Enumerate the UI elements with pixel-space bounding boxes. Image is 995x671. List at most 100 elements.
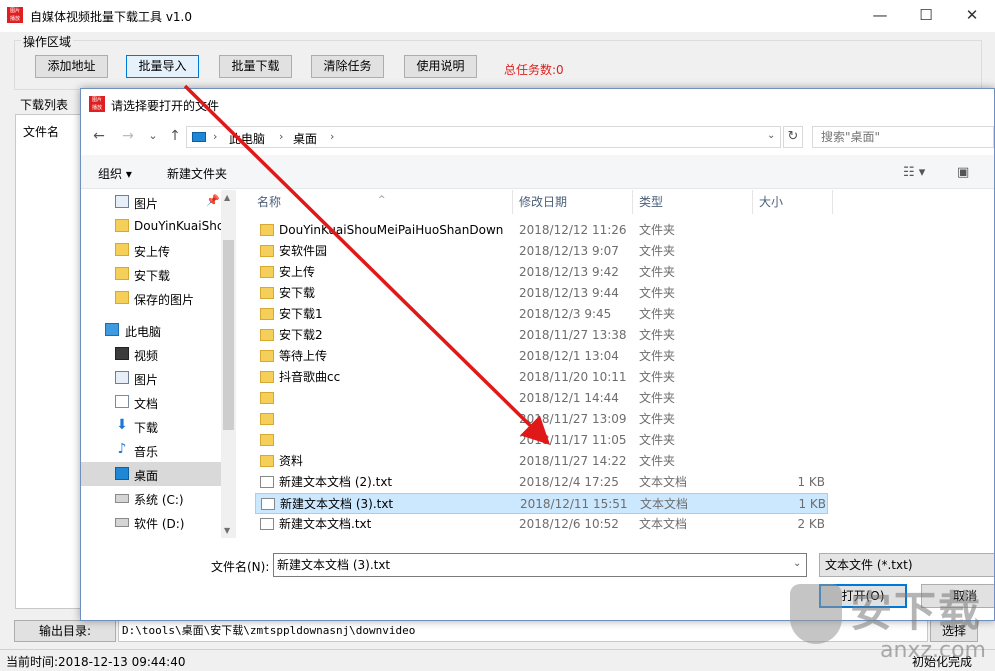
nav-scrollbar-thumb[interactable] (223, 240, 234, 430)
close-button[interactable]: ✕ (949, 0, 995, 32)
folder-icon (260, 329, 274, 341)
operation-group-legend: 操作区域 (21, 33, 74, 50)
scroll-down-icon[interactable]: ▼ (224, 526, 230, 535)
nav-item-label: 视频 (134, 349, 159, 363)
address-dropdown-icon[interactable]: ⌄ (767, 130, 775, 141)
file-list: ^ 名称 修改日期 类型 大小 DouYinKuaiShouMeiPaiHuoS… (251, 190, 994, 538)
maximize-button[interactable]: ☐ (903, 0, 949, 32)
dialog-app-icon: 图片 播放 (89, 96, 105, 112)
view-options-icon[interactable]: ☷ ▾ (903, 165, 925, 180)
file-name: 抖音歌曲cc (279, 370, 341, 384)
file-row[interactable]: 安下载 2018/12/13 9:44 文件夹 (255, 283, 828, 304)
organize-menu[interactable]: 组织 ▾ (98, 165, 132, 182)
download-list[interactable]: 文件名 (15, 114, 83, 609)
file-row[interactable]: 安下载2 2018/11/27 13:38 文件夹 (255, 325, 828, 346)
nav-item-saved-pictures[interactable]: 保存的图片 (81, 286, 221, 310)
forward-arrow-icon[interactable]: → (118, 127, 138, 147)
column-header-size[interactable]: 大小 (753, 190, 833, 214)
file-row[interactable]: 2018/11/27 13:09 文件夹 (255, 409, 828, 430)
file-row[interactable]: 2018/11/17 11:05 文件夹 (255, 430, 828, 451)
back-arrow-icon[interactable]: ← (89, 127, 109, 147)
address-bar[interactable]: › 此电脑 › 桌面 › ⌄ (186, 126, 781, 148)
output-dir-field[interactable]: D:\tools\桌面\安下载\zmtsppldownasnj\downvide… (118, 620, 928, 642)
status-bar: 当前时间:2018-12-13 09:44:40 初始化完成 (0, 649, 995, 671)
filename-input[interactable]: 新建文本文档 (3).txt (273, 553, 807, 577)
refresh-icon[interactable]: ↻ (783, 126, 803, 148)
file-row[interactable]: 安上传 2018/12/13 9:42 文件夹 (255, 262, 828, 283)
desktop-icon (192, 132, 206, 142)
scroll-up-icon[interactable]: ▲ (224, 193, 230, 202)
file-date: 2018/12/12 11:26 (519, 223, 627, 237)
nav-item-label: 软件 (D:) (134, 517, 185, 531)
pin-icon[interactable]: 📌 (206, 194, 220, 207)
filename-column-header[interactable]: 文件名 (23, 123, 59, 140)
current-time: 当前时间:2018-12-13 09:44:40 (6, 655, 186, 669)
nav-item-music[interactable]: ♪ 音乐 (81, 438, 221, 462)
nav-item-label: 文档 (134, 397, 159, 411)
file-date: 2018/11/17 11:05 (519, 433, 627, 447)
nav-item-drive-d[interactable]: 软件 (D:) (81, 510, 221, 534)
nav-scrollbar[interactable]: ▲ ▼ (221, 190, 236, 538)
nav-item-pictures-pc[interactable]: 图片 (81, 366, 221, 390)
text-file-icon (260, 476, 274, 488)
nav-item-douyin-folder[interactable]: DouYinKuaiShc (81, 214, 221, 238)
app-icon: 图片 播放 (7, 7, 23, 23)
nav-item-label: 图片 (134, 197, 159, 211)
clear-tasks-button[interactable]: 清除任务 (311, 55, 384, 78)
nav-item-desktop[interactable]: 桌面 (81, 462, 221, 486)
file-type: 文件夹 (639, 412, 676, 426)
nav-item-documents[interactable]: 文档 (81, 390, 221, 414)
file-row[interactable]: DouYinKuaiShouMeiPaiHuoShanDown 2018/12/1… (255, 220, 828, 241)
column-header-date[interactable]: 修改日期 (513, 190, 633, 214)
batch-download-button[interactable]: 批量下载 (219, 55, 292, 78)
nav-item-upload-folder[interactable]: 安上传 (81, 238, 221, 262)
open-button[interactable]: 打开(O) (819, 584, 907, 608)
file-row[interactable]: 资料 2018/11/27 14:22 文件夹 (255, 451, 828, 472)
folder-icon (260, 434, 274, 446)
file-name: 安下载1 (279, 307, 323, 321)
file-row[interactable]: 新建文本文档 (3).txt 2018/12/11 15:51 文本文档 1 KB (255, 493, 828, 514)
recent-dropdown-icon[interactable]: ⌄ (143, 127, 163, 147)
nav-item-this-pc[interactable]: 此电脑 (81, 318, 221, 342)
dialog-title-bar: 图片 播放 请选择要打开的文件 (81, 89, 994, 119)
file-row[interactable]: 安下载1 2018/12/3 9:45 文件夹 (255, 304, 828, 325)
nav-item-videos[interactable]: 视频 (81, 342, 221, 366)
choose-dir-button[interactable]: 选择 (930, 620, 978, 642)
file-type: 文本文档 (640, 497, 689, 511)
open-file-dialog: 图片 播放 请选择要打开的文件 ← → ⌄ ↑ › 此电脑 › 桌面 › ⌄ ↻… (80, 88, 995, 621)
file-row[interactable]: 2018/12/1 14:44 文件夹 (255, 388, 828, 409)
file-row[interactable]: 抖音歌曲cc 2018/11/20 10:11 文件夹 (255, 367, 828, 388)
folder-icon (115, 219, 129, 232)
file-type: 文件夹 (639, 433, 676, 447)
file-size: 1 KB (798, 497, 826, 511)
up-arrow-icon[interactable]: ↑ (165, 127, 185, 147)
batch-import-button[interactable]: 批量导入 (126, 55, 199, 78)
folder-icon (260, 245, 274, 257)
filename-dropdown-icon[interactable]: ⌄ (793, 558, 801, 569)
preview-pane-icon[interactable]: ▣ (957, 165, 969, 180)
new-folder-button[interactable]: 新建文件夹 (167, 165, 227, 182)
breadcrumb-desktop[interactable]: 桌面 (293, 130, 317, 147)
file-date: 2018/11/27 13:38 (519, 328, 627, 342)
column-header-name[interactable]: ^ 名称 (251, 190, 513, 214)
nav-item-pictures[interactable]: 图片 📌 (81, 190, 221, 214)
column-header-type[interactable]: 类型 (633, 190, 753, 214)
file-row[interactable]: 新建文本文档 (2).txt 2018/12/4 17:25 文本文档 1 KB (255, 472, 828, 493)
file-type-filter[interactable]: 文本文件 (*.txt) (819, 553, 994, 577)
file-name: DouYinKuaiShouMeiPaiHuoShanDown (279, 223, 504, 237)
nav-item-label: 此电脑 (125, 325, 162, 339)
search-input[interactable] (812, 126, 994, 148)
nav-item-download-folder[interactable]: 安下载 (81, 262, 221, 286)
add-address-button[interactable]: 添加地址 (35, 55, 108, 78)
cancel-button[interactable]: 取消 (921, 584, 994, 608)
file-row[interactable]: 新建文本文档.txt 2018/12/6 10:52 文本文档 2 KB (255, 514, 828, 535)
file-row[interactable]: 安软件园 2018/12/13 9:07 文件夹 (255, 241, 828, 262)
minimize-button[interactable]: — (857, 0, 903, 32)
computer-icon (105, 323, 119, 336)
breadcrumb-this-pc[interactable]: 此电脑 (229, 130, 265, 147)
file-date: 2018/12/6 10:52 (519, 517, 619, 531)
nav-item-downloads[interactable]: ⬇ 下载 (81, 414, 221, 438)
file-row[interactable]: 等待上传 2018/12/1 13:04 文件夹 (255, 346, 828, 367)
nav-item-drive-c[interactable]: 系统 (C:) (81, 486, 221, 510)
instructions-button[interactable]: 使用说明 (404, 55, 477, 78)
